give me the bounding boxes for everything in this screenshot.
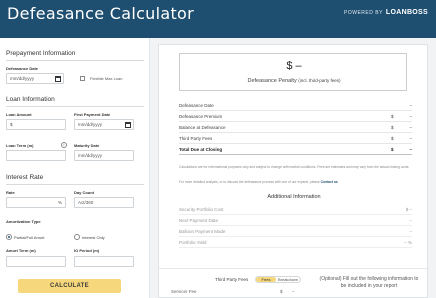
divider xyxy=(6,60,144,61)
input-panel: Prepayment Information Defeasance Date m… xyxy=(0,38,150,298)
fees-toggle[interactable]: Fees Breakdown xyxy=(255,276,301,283)
defeasance-date-label: Defeasance Date xyxy=(6,66,39,71)
calendar-icon[interactable] xyxy=(55,75,61,82)
servicer-fee-currency: $ xyxy=(280,289,283,294)
loan-term-input[interactable] xyxy=(6,150,66,161)
first-payment-date-label: First Payment Date xyxy=(74,112,111,117)
info-icon[interactable]: i xyxy=(61,142,67,148)
brand-logo[interactable]: LOANBOSS xyxy=(386,9,428,16)
calculate-button[interactable]: CALCULATE xyxy=(18,279,121,293)
penalty-summary-box: $ – Defeasance Penalty (incl. third-part… xyxy=(179,53,407,91)
penalty-caption-small: (incl. third-party fees) xyxy=(298,78,341,83)
penalty-value: $ – xyxy=(286,60,302,72)
powered-by: POWERED BY LOANBOSS xyxy=(344,9,428,16)
loan-amount-prefix: $ xyxy=(10,122,13,127)
result-row-total-due: Total Due at Closing $ – xyxy=(179,145,412,155)
divider xyxy=(6,184,144,185)
optional-info-note: (Optional) Fill out the following inform… xyxy=(319,276,419,289)
servicer-fee-label: Servicer Fee xyxy=(171,289,197,294)
result-row-defeasance-date: Defeasance Date – xyxy=(179,101,412,111)
contact-note: For more detailed analysis, or to discus… xyxy=(179,180,338,184)
defeasance-date-placeholder: mm/dd/yyyy xyxy=(10,76,35,81)
result-row-third-party-fees: Third Party Fees $ – xyxy=(179,134,412,144)
first-payment-date-input[interactable]: mm/dd/yyyy xyxy=(74,119,134,130)
penalty-caption: Defeasance Penalty (incl. third-party fe… xyxy=(180,78,408,84)
first-payment-date-placeholder: mm/dd/yyyy xyxy=(78,122,103,127)
result-row-defeasance-premium: Defeasance Premium $ – xyxy=(179,112,412,122)
calendar-icon[interactable] xyxy=(125,121,131,128)
powered-by-label: POWERED BY xyxy=(344,9,383,16)
loan-amount-input[interactable]: $ xyxy=(6,119,66,130)
additional-info-title: Additional Information xyxy=(267,194,321,200)
penalty-caption-main: Defeasance Penalty xyxy=(247,78,297,84)
amort-interest-only-radio[interactable] xyxy=(74,234,80,240)
disclaimer-text: Calculations are for informational purpo… xyxy=(179,165,410,169)
fees-section: Third Party Fees Fees Breakdown Servicer… xyxy=(159,268,429,298)
loan-term-label: Loan Term (m) xyxy=(6,143,34,148)
app-header: Defeasance Calculator POWERED BY LOANBOS… xyxy=(0,0,436,38)
toggle-fees[interactable]: Fees xyxy=(256,277,276,282)
amort-partial-full-label: Partial/Full Amort xyxy=(14,235,45,240)
rate-label: Rate xyxy=(6,190,15,195)
additional-row-security-portfolio-cost: Security Portfolio Cost $ – xyxy=(179,205,412,215)
results-panel: $ – Defeasance Penalty (incl. third-part… xyxy=(158,44,429,298)
day-count-value: Act/360 xyxy=(78,200,94,205)
amort-partial-full-radio[interactable] xyxy=(6,234,12,240)
prepayment-section-title: Prepayment Information xyxy=(6,50,76,57)
amort-interest-only-label: Interest Only xyxy=(82,235,105,240)
amort-term-label: Amort Term (m) xyxy=(6,248,36,253)
loan-section-title: Loan Information xyxy=(6,96,55,103)
additional-row-portfolio-yield: Portfolio Yield – % xyxy=(179,238,412,248)
result-row-balance-at-defeasance: Balance at Defeasance $ – xyxy=(179,123,412,133)
maturity-date-label: Maturity Date xyxy=(74,143,100,148)
defeasance-date-input[interactable]: mm/dd/yyyy xyxy=(6,73,64,84)
io-period-input[interactable] xyxy=(74,256,134,267)
toggle-breakdown[interactable]: Breakdown xyxy=(276,277,300,282)
amort-term-input[interactable] xyxy=(6,256,66,267)
loan-amount-label: Loan Amount xyxy=(6,112,32,117)
interest-section-title: Interest Rate xyxy=(6,174,44,181)
flexible-max-loan-checkbox[interactable] xyxy=(80,76,85,81)
rate-input[interactable]: % xyxy=(6,197,66,208)
amortization-type-label: Amortization Type xyxy=(6,219,41,224)
rate-suffix: % xyxy=(57,200,62,205)
additional-row-next-payment-date: Next Payment Date – xyxy=(179,216,412,226)
io-period-label: IO Period (m) xyxy=(74,248,100,253)
divider xyxy=(6,106,144,107)
contact-us-link[interactable]: Contact us xyxy=(321,180,338,184)
maturity-date-placeholder: mm/dd/yyyy xyxy=(78,153,103,158)
day-count-label: Day Count xyxy=(74,190,94,195)
additional-row-balloon-payment: Balloon Payment Made – xyxy=(179,227,412,237)
day-count-select[interactable]: Act/360 xyxy=(74,197,134,208)
app-title: Defeasance Calculator xyxy=(7,4,195,23)
maturity-date-input[interactable]: mm/dd/yyyy xyxy=(74,150,134,161)
flexible-max-loan-label: Flexible Max Loan xyxy=(90,76,123,81)
third-party-fees-label: Third Party Fees xyxy=(215,277,249,282)
servicer-fee-value: – xyxy=(292,289,295,294)
